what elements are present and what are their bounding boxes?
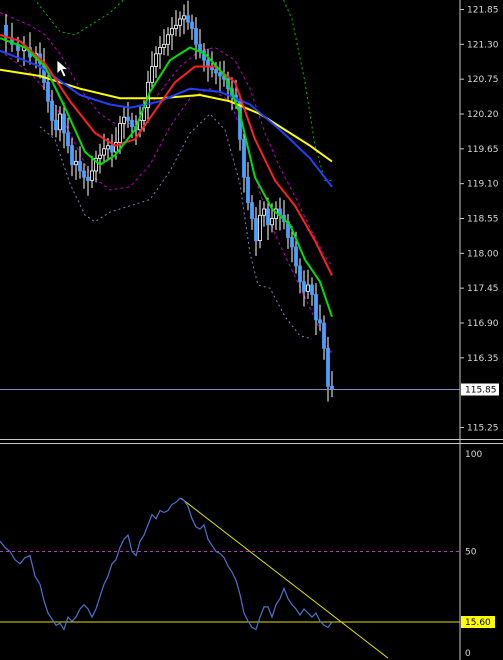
candle-body: [314, 294, 318, 321]
candle-body: [82, 170, 86, 178]
price-tick-label: 119.65: [467, 145, 499, 155]
candle-body: [150, 66, 154, 83]
candle-body: [302, 281, 306, 292]
oscillator-tick-label: 100: [465, 450, 482, 460]
candle-body: [66, 132, 70, 147]
candle-body: [174, 24, 178, 29]
price-tick-label: 118.55: [467, 215, 499, 225]
candle-body: [106, 145, 110, 150]
candle-body: [154, 53, 158, 67]
candle-body: [130, 119, 134, 128]
candle-body: [294, 246, 298, 267]
candle-body: [258, 214, 262, 242]
price-tick-label: 116.90: [467, 319, 499, 329]
candle-body: [266, 208, 270, 226]
candle-body: [162, 43, 166, 48]
candle-body: [246, 176, 250, 204]
current-price-label: 115.85: [465, 386, 497, 396]
candle-body: [78, 161, 82, 172]
price-tick-label: 119.10: [467, 180, 499, 190]
candle-body: [114, 142, 118, 153]
candle-body: [74, 161, 78, 166]
oscillator-tick-label: 50: [465, 548, 477, 558]
price-tick-label: 120.20: [467, 110, 499, 120]
candle-body: [218, 72, 222, 77]
candle-body: [194, 28, 198, 45]
candle-body: [62, 113, 66, 134]
candle-body: [178, 18, 182, 26]
candle-body: [298, 265, 302, 283]
price-tick-label: 118.00: [467, 249, 499, 259]
candle-body: [118, 123, 122, 143]
candle-body: [242, 138, 246, 178]
price-tick-label: 121.85: [467, 6, 499, 16]
candle-body: [270, 218, 274, 226]
oscillator-tick-label: 0: [465, 649, 471, 659]
candle-body: [122, 116, 126, 124]
candle-body: [86, 176, 90, 181]
candle-body: [126, 116, 130, 121]
candle-body: [98, 154, 102, 159]
price-tick-label: 116.35: [467, 354, 499, 364]
candle-body: [170, 28, 174, 36]
price-tick-label: 117.45: [467, 284, 499, 294]
candle-body: [250, 202, 254, 219]
candle-body: [58, 113, 62, 131]
price-tick-label: 115.25: [467, 424, 499, 434]
candle-body: [166, 34, 170, 45]
candle-body: [102, 148, 106, 156]
chart-background: [0, 0, 503, 660]
candle-body: [182, 15, 186, 20]
candle-body: [90, 170, 94, 181]
candle-body: [198, 43, 202, 51]
oscillator-current-label: 15.60: [465, 618, 491, 628]
candle-body: [322, 322, 326, 349]
candle-body: [318, 319, 322, 324]
candle-body: [190, 21, 194, 29]
candle-body: [262, 208, 266, 216]
candle-body: [326, 347, 330, 387]
candle-body: [46, 81, 50, 102]
chart-canvas: 121.85 121.30 120.75 120.20 119.65 119.10 118.…: [0, 0, 503, 660]
candle-body: [54, 119, 58, 131]
candle-body: [290, 237, 294, 248]
candle-body: [50, 100, 54, 121]
price-tick-label: 120.75: [467, 75, 499, 85]
candle-body: [214, 69, 218, 74]
candle-body: [110, 145, 114, 153]
candle-body: [186, 15, 190, 23]
candle-body: [306, 284, 310, 292]
candle-body: [254, 218, 258, 242]
price-tick-label: 121.30: [467, 40, 499, 50]
candle-body: [310, 284, 314, 295]
candle-body: [70, 145, 74, 166]
candle-body: [158, 47, 162, 55]
